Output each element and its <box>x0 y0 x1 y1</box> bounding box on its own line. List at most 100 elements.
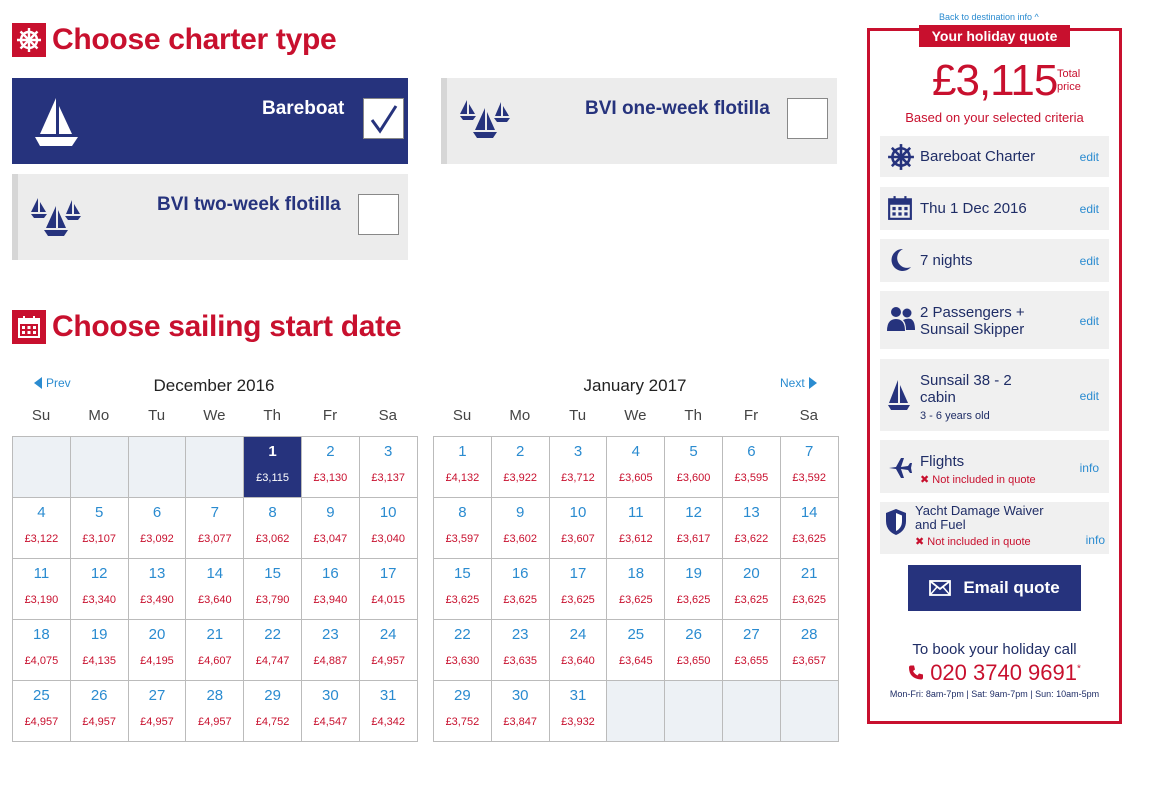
calendar-day[interactable]: 6 £3,092 <box>128 498 187 559</box>
calendar-day[interactable]: 22 £3,630 <box>434 620 492 681</box>
calendar-day[interactable]: 5 £3,600 <box>665 437 723 498</box>
email-quote-button[interactable]: Email quote <box>908 565 1081 611</box>
calendar-day[interactable]: 2 £3,130 <box>301 437 360 498</box>
day-number: 9 <box>516 504 525 521</box>
total-price-label: Total price <box>1057 68 1081 94</box>
calendar-day[interactable]: 8 £3,597 <box>434 498 492 559</box>
calendar-day[interactable]: 13 £3,622 <box>722 498 781 559</box>
calendar-day[interactable]: 28 £4,957 <box>186 681 245 742</box>
calendar-day[interactable]: 22 £4,747 <box>244 620 302 681</box>
calendar-day[interactable]: 11 £3,612 <box>607 498 666 559</box>
day-price: £3,340 <box>82 594 117 606</box>
calendar-day[interactable]: 1 £3,115 <box>244 437 302 498</box>
waiver-info-link[interactable]: info <box>1086 533 1105 547</box>
calendar-day[interactable]: 23 £4,887 <box>301 620 360 681</box>
calendar-day[interactable]: 4 £3,605 <box>607 437 666 498</box>
calendar-day[interactable]: 29 £4,752 <box>244 681 302 742</box>
start-date-title: Choose sailing start date <box>52 310 402 343</box>
day-price: £4,607 <box>197 655 232 667</box>
calendar-day[interactable]: 4 £3,122 <box>13 498 71 559</box>
charter-checkbox[interactable] <box>358 194 399 235</box>
calendar-day[interactable]: 1 £4,132 <box>434 437 492 498</box>
day-number: 21 <box>206 626 224 643</box>
calendar-day[interactable]: 7 £3,077 <box>186 498 245 559</box>
charter-option-one-week-flotilla[interactable]: BVI one-week flotilla <box>441 78 837 164</box>
day-number: 10 <box>569 504 587 521</box>
calendar-day[interactable]: 21 £3,625 <box>780 559 839 620</box>
flights-info-link[interactable]: info <box>1080 461 1099 475</box>
calendar-day[interactable]: 20 £4,195 <box>128 620 187 681</box>
calendar-day[interactable]: 3 £3,137 <box>359 437 418 498</box>
calendar-day[interactable]: 25 £3,645 <box>607 620 666 681</box>
calendar-day[interactable]: 10 £3,040 <box>359 498 418 559</box>
calendar-day[interactable]: 15 £3,625 <box>434 559 492 620</box>
calendar-day[interactable]: 5 £3,107 <box>70 498 129 559</box>
calendar-day[interactable]: 16 £3,625 <box>491 559 550 620</box>
day-number: 3 <box>384 443 393 460</box>
calendar-day[interactable]: 9 £3,602 <box>491 498 550 559</box>
charter-checkbox[interactable] <box>787 98 828 139</box>
calendar-day[interactable]: 9 £3,047 <box>301 498 360 559</box>
flights-summary: Flights ✖ Not included in quote <box>920 453 1036 489</box>
calendar-day[interactable]: 25 £4,957 <box>13 681 71 742</box>
day-price: £3,625 <box>792 594 826 606</box>
yacht-age: 3 - 6 years old <box>920 410 990 422</box>
calendar-day[interactable]: 23 £3,635 <box>491 620 550 681</box>
day-price: £3,635 <box>503 655 538 667</box>
calendar-day[interactable]: 16 £3,940 <box>301 559 360 620</box>
calendar-day[interactable]: 24 £4,957 <box>359 620 418 681</box>
calendar-day[interactable]: 12 £3,617 <box>665 498 723 559</box>
calendar-day[interactable]: 30 £4,547 <box>301 681 360 742</box>
edit-charter-link[interactable]: edit <box>1080 150 1099 164</box>
calendar-day[interactable]: 3 £3,712 <box>549 437 608 498</box>
edit-passengers-link[interactable]: edit <box>1080 314 1099 328</box>
calendar-day[interactable]: 17 £3,625 <box>549 559 608 620</box>
calendar-day[interactable]: 14 £3,625 <box>780 498 839 559</box>
calendar-day[interactable]: 27 £3,655 <box>722 620 781 681</box>
calendar-day[interactable]: 15 £3,790 <box>244 559 302 620</box>
day-price: £4,957 <box>197 716 232 728</box>
booking-phone[interactable]: 020 3740 9691* <box>870 660 1119 686</box>
charter-option-bareboat[interactable]: Bareboat <box>12 78 408 164</box>
calendar-day[interactable]: 14 £3,640 <box>186 559 245 620</box>
calendar-day[interactable]: 28 £3,657 <box>780 620 839 681</box>
day-of-week-header: We <box>203 407 226 424</box>
calendar-day[interactable]: 6 £3,595 <box>722 437 781 498</box>
calendar-day[interactable]: 2 £3,922 <box>491 437 550 498</box>
charter-option-two-week-flotilla[interactable]: BVI two-week flotilla <box>12 174 408 260</box>
calendar-day[interactable]: 31 £3,932 <box>549 681 608 742</box>
calendar-day[interactable]: 11 £3,190 <box>13 559 71 620</box>
calendar-day[interactable]: 20 £3,625 <box>722 559 781 620</box>
calendar-day[interactable]: 12 £3,340 <box>70 559 129 620</box>
calendar-day[interactable]: 31 £4,342 <box>359 681 418 742</box>
edit-date-link[interactable]: edit <box>1080 202 1099 216</box>
calendar-day[interactable]: 10 £3,607 <box>549 498 608 559</box>
calendar-day[interactable]: 26 £4,957 <box>70 681 129 742</box>
calendar-day[interactable]: 26 £3,650 <box>665 620 723 681</box>
calendar-day[interactable]: 19 £4,135 <box>70 620 129 681</box>
calendar-day[interactable]: 8 £3,062 <box>244 498 302 559</box>
day-price: £3,932 <box>561 716 595 728</box>
nights-summary: 7 nights <box>920 252 973 269</box>
back-to-destination-link[interactable]: Back to destination info ^ <box>939 12 1039 22</box>
calendar-day[interactable]: 13 £3,490 <box>128 559 187 620</box>
calendar-day[interactable]: 18 £3,625 <box>607 559 666 620</box>
edit-yacht-link[interactable]: edit <box>1080 389 1099 403</box>
calendar-day[interactable]: 24 £3,640 <box>549 620 608 681</box>
calendar-day[interactable]: 18 £4,075 <box>13 620 71 681</box>
calendar-day[interactable]: 7 £3,592 <box>780 437 839 498</box>
calendar-day[interactable]: 30 £3,847 <box>491 681 550 742</box>
day-of-week-header: Su <box>31 407 51 424</box>
calendar-day[interactable]: 21 £4,607 <box>186 620 245 681</box>
envelope-icon <box>929 580 952 596</box>
edit-nights-link[interactable]: edit <box>1080 254 1099 268</box>
day-number: 20 <box>743 565 760 582</box>
day-price: £3,595 <box>734 472 769 484</box>
calendar-day[interactable]: 19 £3,625 <box>665 559 723 620</box>
charter-checkbox[interactable] <box>363 98 404 139</box>
flights-note: Not included in quote <box>932 474 1036 486</box>
calendar-day[interactable]: 27 £4,957 <box>128 681 187 742</box>
calendar-day[interactable]: 29 £3,752 <box>434 681 492 742</box>
calendar-day[interactable]: 17 £4,015 <box>359 559 418 620</box>
month-title-december: December 2016 <box>153 376 275 395</box>
